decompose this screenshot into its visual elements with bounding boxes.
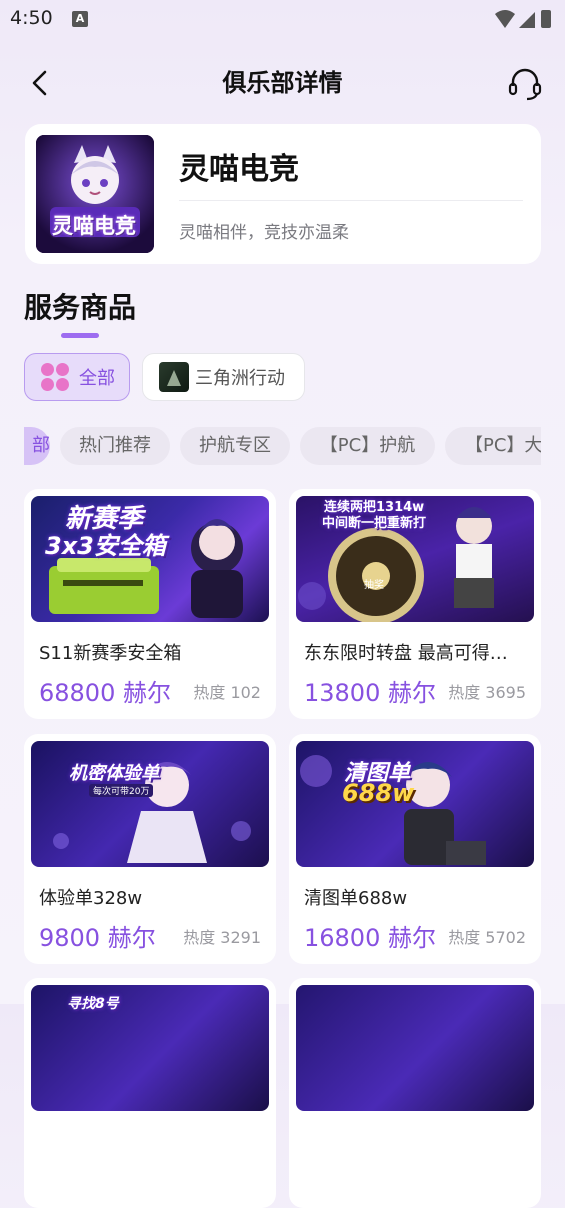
filter-chip-label: 三角洲行动	[195, 368, 285, 389]
product-image: 机密体验单 每次可带20万	[31, 741, 269, 867]
product-heat: 热度 3695	[448, 683, 526, 702]
wifi-icon	[495, 10, 515, 28]
product-heat: 热度 3291	[183, 928, 261, 947]
category-tabs: 部 热门推荐 护航专区 【PC】护航 【PC】大	[24, 427, 541, 465]
product-image: 清图单 688w	[296, 741, 534, 867]
tab-escort[interactable]: 护航专区	[180, 427, 290, 465]
notification-icon: A	[72, 11, 88, 27]
grid-dots-icon	[41, 363, 69, 391]
tab-hot[interactable]: 热门推荐	[60, 427, 170, 465]
filter-chip-label: 全部	[79, 368, 115, 389]
product-art-title: 寻找8号	[67, 996, 119, 1012]
product-price: 13800 赫尔	[304, 679, 436, 707]
section-underline	[61, 333, 99, 338]
status-icons	[495, 10, 551, 28]
tab-pc-escort[interactable]: 【PC】护航	[300, 427, 435, 465]
product-card[interactable]: 寻找8号	[24, 978, 276, 1208]
tab-selected-partial[interactable]: 部	[24, 427, 50, 465]
section-title: 服务商品	[24, 291, 137, 324]
product-card[interactable]: 连续两把1314w 中间断一把重新打 抽奖 东东限时转盘 最高可得… 13800…	[289, 489, 541, 719]
product-name: 体验单328w	[39, 888, 143, 909]
divider	[179, 200, 523, 201]
filter-chip-all[interactable]: 全部	[24, 353, 130, 401]
club-logo-text: 灵喵电竞	[52, 214, 136, 238]
status-bar: 4:50 A	[0, 0, 565, 40]
club-logo: 灵喵电竞	[36, 135, 154, 253]
product-image: 新赛季 3x3安全箱	[31, 496, 269, 622]
product-art-subtitle: 3x3安全箱	[45, 532, 166, 560]
filter-chip-delta-force[interactable]: 三角洲行动	[142, 353, 305, 401]
product-name: 东东限时转盘 最高可得…	[304, 643, 508, 664]
product-art-badge: 抽奖	[364, 580, 384, 591]
page-title: 俱乐部详情	[222, 69, 343, 97]
signal-icon	[519, 12, 535, 28]
club-name: 灵喵电竞	[179, 152, 299, 187]
battery-icon	[541, 10, 551, 28]
product-art-subtitle: 每次可带20万	[89, 784, 154, 797]
product-card[interactable]: 机密体验单 每次可带20万 体验单328w 9800 赫尔 热度 3291	[24, 734, 276, 964]
product-heat: 热度 102	[193, 683, 261, 702]
club-slogan: 灵喵相伴，竞技亦温柔	[179, 223, 349, 243]
delta-force-game-icon	[159, 362, 189, 392]
product-art-subtitle: 688w	[342, 779, 415, 807]
product-card[interactable]: 新赛季 3x3安全箱 S11新赛季安全箱 68800 赫尔 热度 102	[24, 489, 276, 719]
club-info-card: 灵喵电竞 灵喵电竞 灵喵相伴，竞技亦温柔	[25, 124, 541, 264]
product-name: 清图单688w	[304, 888, 408, 909]
product-price: 9800 赫尔	[39, 924, 156, 952]
product-card[interactable]	[289, 978, 541, 1208]
product-art-title: 机密体验单	[69, 763, 159, 784]
product-art-subtitle: 中间断一把重新打	[322, 516, 427, 531]
product-heat: 热度 5702	[448, 928, 526, 947]
customer-service-icon[interactable]	[507, 66, 543, 102]
product-card[interactable]: 清图单 688w 清图单688w 16800 赫尔 热度 5702	[289, 734, 541, 964]
product-price: 16800 赫尔	[304, 924, 436, 952]
product-name: S11新赛季安全箱	[39, 643, 182, 664]
product-price: 68800 赫尔	[39, 679, 171, 707]
status-time: 4:50	[10, 7, 53, 29]
tab-pc-more[interactable]: 【PC】大	[445, 427, 541, 465]
product-image: 连续两把1314w 中间断一把重新打 抽奖	[296, 496, 534, 622]
